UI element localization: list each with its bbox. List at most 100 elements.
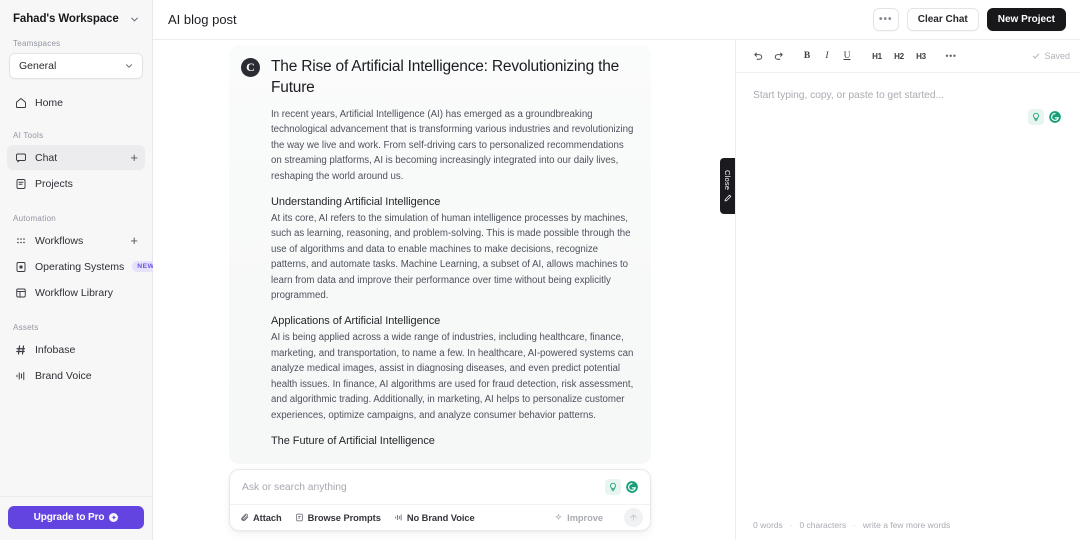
search-input[interactable] bbox=[242, 481, 597, 493]
saved-label: Saved bbox=[1044, 51, 1070, 61]
sidebar-item-home[interactable]: Home bbox=[7, 90, 145, 115]
editor-panel: B I U H1 H2 H3 ••• Saved Start typing, c… bbox=[735, 40, 1080, 540]
sidebar-item-label: Brand Voice bbox=[35, 369, 92, 382]
browse-prompts-button[interactable]: Browse Prompts bbox=[295, 513, 381, 523]
send-button[interactable] bbox=[624, 508, 643, 527]
sidebar-item-label: Home bbox=[35, 96, 64, 109]
brand-voice-button[interactable]: No Brand Voice bbox=[394, 513, 475, 523]
sidebar-item-label: Workflows bbox=[35, 234, 84, 247]
italic-button[interactable]: I bbox=[818, 47, 836, 65]
nav-group-automation: Workflows + Operating Systems NEW Workfl… bbox=[0, 228, 160, 306]
post-body-2: AI is being applied across a wide range … bbox=[271, 332, 634, 421]
redo-icon[interactable] bbox=[769, 47, 787, 65]
section-label-assets: Assets bbox=[13, 323, 39, 332]
sidebar-item-label: Operating Systems bbox=[35, 260, 125, 273]
heading-2-button[interactable]: H2 bbox=[889, 47, 909, 65]
nav-group-top: Home bbox=[0, 90, 152, 116]
section-label-automation: Automation bbox=[13, 214, 56, 223]
teamspace-select[interactable]: General bbox=[9, 53, 143, 79]
nav-group-assets: Infobase Brand Voice bbox=[0, 337, 152, 389]
grammarly-logo-icon[interactable] bbox=[1047, 109, 1063, 125]
sidebar-item-workflow-library[interactable]: Workflow Library bbox=[7, 280, 145, 305]
document-icon bbox=[14, 177, 27, 190]
document-icon bbox=[295, 513, 304, 522]
assistant-message: C The Rise of Artificial Intelligence: R… bbox=[229, 45, 651, 464]
sparkle-icon: ✦ bbox=[109, 513, 119, 522]
attach-label: Attach bbox=[253, 512, 282, 523]
main-area: AI blog post ••• Clear Chat New Project … bbox=[153, 0, 1080, 540]
chat-scroll-area[interactable]: C The Rise of Artificial Intelligence: R… bbox=[153, 40, 735, 540]
clear-chat-button[interactable]: Clear Chat bbox=[906, 8, 979, 31]
library-icon bbox=[14, 286, 27, 299]
post-heading-1: Understanding Artificial Intelligence bbox=[271, 196, 441, 209]
improve-button[interactable]: Improve bbox=[554, 513, 603, 523]
browse-prompts-label: Browse Prompts bbox=[307, 512, 381, 523]
lightbulb-icon[interactable] bbox=[605, 479, 621, 495]
character-count: 0 characters bbox=[799, 520, 847, 530]
editor-toolbar: B I U H1 H2 H3 ••• Saved bbox=[736, 40, 1080, 73]
composer-input-row bbox=[230, 470, 650, 504]
sidebar-item-label: Chat bbox=[35, 151, 58, 164]
new-project-button[interactable]: New Project bbox=[986, 8, 1066, 31]
status-separator: · bbox=[853, 520, 856, 530]
sidebar-item-label: Infobase bbox=[35, 343, 76, 356]
heading-1-button[interactable]: H1 bbox=[867, 47, 887, 65]
brand-voice-label: No Brand Voice bbox=[406, 512, 475, 523]
close-editor-tab[interactable]: Close bbox=[720, 158, 735, 214]
waveform-icon bbox=[14, 369, 27, 382]
composer-suggestion-icons bbox=[605, 479, 640, 495]
post-heading-3: The Future of Artificial Intelligence bbox=[271, 434, 435, 447]
upgrade-label: Upgrade to Pro bbox=[33, 512, 105, 523]
upgrade-section: Upgrade to Pro ✦ bbox=[0, 496, 152, 540]
add-workflow-icon[interactable]: + bbox=[130, 234, 138, 247]
bold-button[interactable]: B bbox=[798, 47, 816, 65]
pencil-icon bbox=[724, 194, 732, 202]
editor-placeholder: Start typing, copy, or paste to get star… bbox=[753, 90, 944, 101]
lightbulb-icon[interactable] bbox=[1028, 109, 1044, 125]
chevron-down-icon bbox=[124, 61, 134, 71]
editor-body[interactable]: Start typing, copy, or paste to get star… bbox=[736, 73, 1080, 516]
chevron-down-icon bbox=[129, 14, 140, 25]
workspace: C The Rise of Artificial Intelligence: R… bbox=[153, 40, 1080, 540]
teamspace-select-value: General bbox=[19, 60, 57, 72]
more-options-button[interactable]: ••• bbox=[872, 8, 899, 31]
operating-systems-icon bbox=[14, 260, 27, 273]
page-title: AI blog post bbox=[168, 12, 237, 27]
avatar: C bbox=[241, 58, 260, 77]
add-chat-icon[interactable]: + bbox=[130, 151, 138, 164]
sidebar-item-workflows[interactable]: Workflows + bbox=[7, 228, 145, 253]
workspace-name: Fahad's Workspace bbox=[13, 13, 119, 25]
paperclip-icon bbox=[240, 513, 249, 522]
post-body-1: At its core, AI refers to the simulation… bbox=[271, 213, 631, 302]
sidebar-item-projects[interactable]: Projects bbox=[7, 171, 145, 196]
upgrade-to-pro-button[interactable]: Upgrade to Pro ✦ bbox=[8, 506, 144, 529]
section-label-ai-tools: AI Tools bbox=[13, 131, 44, 140]
topbar-actions: ••• Clear Chat New Project bbox=[872, 8, 1066, 31]
section-label-teamspaces: Teamspaces bbox=[13, 39, 61, 48]
workspace-switcher[interactable]: Fahad's Workspace bbox=[0, 0, 152, 35]
grammarly-logo-icon[interactable] bbox=[624, 479, 640, 495]
sidebar-item-label: Workflow Library bbox=[35, 286, 113, 299]
post-heading-2: Applications of Artificial Intelligence bbox=[271, 315, 441, 328]
sidebar-item-brand-voice[interactable]: Brand Voice bbox=[7, 363, 145, 388]
sidebar-item-infobase[interactable]: Infobase bbox=[7, 337, 145, 362]
waveform-icon bbox=[394, 513, 403, 522]
underline-button[interactable]: U bbox=[838, 47, 856, 65]
nav-group-ai-tools: Chat + Projects bbox=[0, 145, 152, 197]
composer: Attach Browse Prompts No B bbox=[229, 469, 651, 531]
sidebar-item-chat[interactable]: Chat + bbox=[7, 145, 145, 170]
check-icon bbox=[1032, 52, 1040, 60]
attach-button[interactable]: Attach bbox=[240, 513, 282, 523]
heading-3-button[interactable]: H3 bbox=[911, 47, 931, 65]
post-title: The Rise of Artificial Intelligence: Rev… bbox=[271, 58, 620, 96]
sidebar-item-operating-systems[interactable]: Operating Systems NEW bbox=[7, 254, 160, 279]
saved-status: Saved bbox=[1032, 51, 1070, 61]
undo-icon[interactable] bbox=[749, 47, 767, 65]
editor-status-bar: 0 words · 0 characters · write a few mor… bbox=[736, 516, 1080, 540]
home-icon bbox=[14, 96, 27, 109]
sidebar: Fahad's Workspace Teamspaces General Hom… bbox=[0, 0, 160, 540]
improve-label: Improve bbox=[567, 512, 603, 523]
app-root: Fahad's Workspace Teamspaces General Hom… bbox=[0, 0, 1080, 540]
writing-hint: write a few more words bbox=[862, 520, 951, 530]
editor-more-button[interactable]: ••• bbox=[942, 47, 960, 65]
